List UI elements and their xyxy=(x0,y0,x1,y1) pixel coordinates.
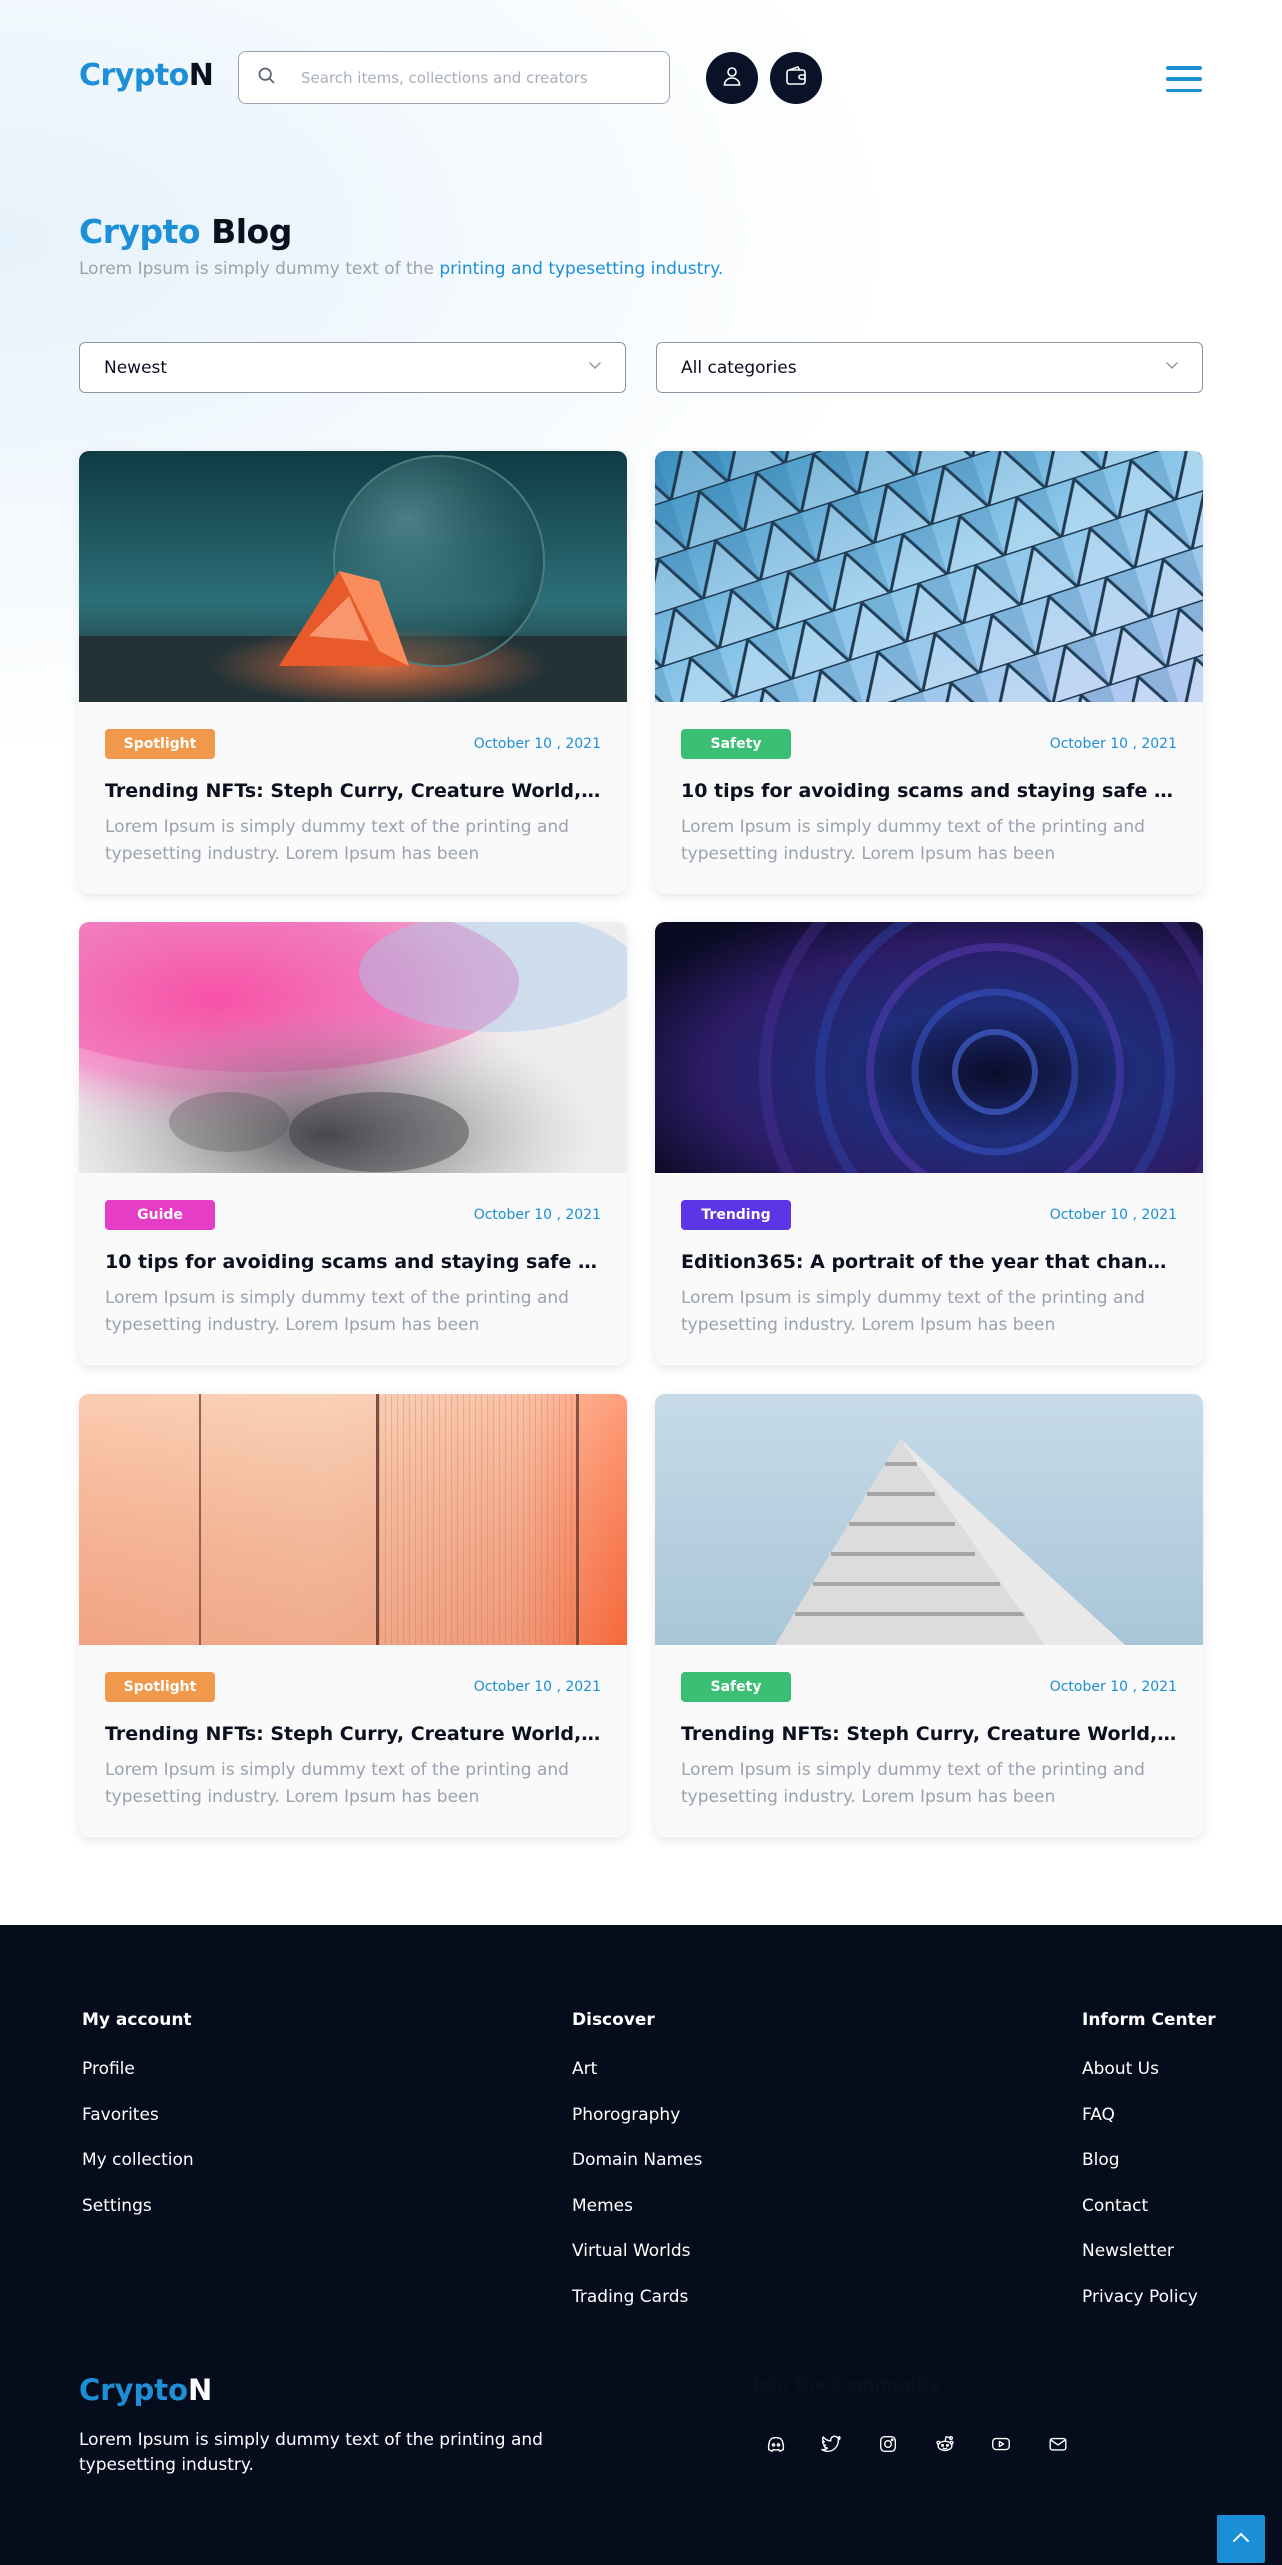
sort-select-value: Newest xyxy=(104,357,168,378)
post-date: October 10 , 2021 xyxy=(473,736,601,752)
footer-link[interactable]: Contact xyxy=(1082,2195,1198,2241)
footer-link[interactable]: FAQ xyxy=(1082,2104,1198,2150)
menu-button[interactable] xyxy=(1166,66,1202,92)
category-select-value: All categories xyxy=(681,357,797,378)
post-excerpt: Lorem Ipsum is simply dummy text of the … xyxy=(105,1760,569,1807)
post-title[interactable]: Edition365: A portrait of the year that … xyxy=(681,1251,1177,1273)
user-icon xyxy=(720,64,744,92)
blog-card-image[interactable] xyxy=(79,1394,627,1645)
footer-link[interactable]: Virtual Worlds xyxy=(572,2240,702,2286)
page-title: Crypto Blog xyxy=(79,212,292,251)
footer-link[interactable]: Settings xyxy=(82,2195,194,2241)
logo-text-primary: Crypto xyxy=(79,58,189,93)
footer-link[interactable]: Phorography xyxy=(572,2104,702,2150)
blog-card[interactable]: Spotlight October 10 , 2021 Trending NFT… xyxy=(79,451,627,894)
footer-link[interactable]: Blog xyxy=(1082,2149,1198,2195)
footer-link[interactable]: Favorites xyxy=(82,2104,194,2150)
category-badge[interactable]: Safety xyxy=(681,1672,791,1702)
category-select[interactable]: All categories xyxy=(656,342,1203,393)
post-date: October 10 , 2021 xyxy=(1049,736,1177,752)
post-title[interactable]: 10 tips for avoiding scams and staying s… xyxy=(105,1251,601,1273)
footer-col-title-discover: Discover xyxy=(572,2010,655,2030)
blog-card-image[interactable] xyxy=(655,451,1203,702)
chevron-up-icon xyxy=(1229,2525,1253,2553)
site-logo[interactable]: CryptoN xyxy=(79,58,214,93)
sort-select[interactable]: Newest xyxy=(79,342,626,393)
footer-link[interactable]: Newsletter xyxy=(1082,2240,1198,2286)
instagram-icon[interactable] xyxy=(872,2428,904,2460)
footer-col-title-inform-center: Inform Center xyxy=(1082,2010,1216,2030)
footer-link[interactable]: Trading Cards xyxy=(572,2286,702,2332)
post-date: October 10 , 2021 xyxy=(473,1679,601,1695)
footer-link[interactable]: Art xyxy=(572,2058,702,2104)
footer-link[interactable]: Memes xyxy=(572,2195,702,2241)
mail-icon[interactable] xyxy=(1042,2428,1074,2460)
post-date: October 10 , 2021 xyxy=(473,1207,601,1223)
blog-card[interactable]: Safety October 10 , 2021 10 tips for avo… xyxy=(655,451,1203,894)
footer-link[interactable]: Profile xyxy=(82,2058,194,2104)
reddit-icon[interactable] xyxy=(929,2428,961,2460)
post-title[interactable]: 10 tips for avoiding scams and staying s… xyxy=(681,780,1177,802)
post-excerpt: Lorem Ipsum is simply dummy text of the … xyxy=(681,817,1145,864)
blog-card-image[interactable] xyxy=(655,922,1203,1173)
community-title: Join the Community xyxy=(753,2375,942,2395)
blog-card[interactable]: Trending October 10 , 2021 Edition365: A… xyxy=(655,922,1203,1365)
youtube-icon[interactable] xyxy=(985,2428,1017,2460)
page-title-main: Blog xyxy=(211,212,292,251)
footer-link[interactable]: Domain Names xyxy=(572,2149,702,2195)
post-excerpt: Lorem Ipsum is simply dummy text of the … xyxy=(105,1288,569,1335)
search-input[interactable] xyxy=(301,68,641,87)
scroll-to-top-button[interactable] xyxy=(1217,2515,1265,2563)
blog-card-image[interactable] xyxy=(655,1394,1203,1645)
footer-list-discover: Art Phorography Domain Names Memes Virtu… xyxy=(572,2058,702,2332)
logo-text-secondary: N xyxy=(188,58,214,93)
category-badge[interactable]: Spotlight xyxy=(105,729,215,759)
wallet-button[interactable] xyxy=(770,52,822,104)
subtitle-highlight: printing and typesetting industry. xyxy=(439,259,724,279)
chevron-down-icon xyxy=(1164,357,1180,378)
blog-card[interactable]: Guide October 10 , 2021 10 tips for avoi… xyxy=(79,922,627,1365)
post-excerpt: Lorem Ipsum is simply dummy text of the … xyxy=(105,817,569,864)
account-button[interactable] xyxy=(706,52,758,104)
wallet-icon xyxy=(784,64,808,92)
page-subtitle: Lorem Ipsum is simply dummy text of the … xyxy=(79,259,723,279)
post-title[interactable]: Trending NFTs: Steph Curry, Creature Wor… xyxy=(105,1723,601,1745)
category-badge[interactable]: Spotlight xyxy=(105,1672,215,1702)
hamburger-icon-line xyxy=(1166,77,1202,81)
category-badge[interactable]: Safety xyxy=(681,729,791,759)
hamburger-icon-line xyxy=(1166,66,1202,70)
footer-logo-secondary: N xyxy=(188,2373,213,2407)
blog-card-image[interactable] xyxy=(79,922,627,1173)
search-icon[interactable] xyxy=(256,65,277,90)
footer-description: Lorem Ipsum is simply dummy text of the … xyxy=(79,2430,543,2475)
hamburger-icon-line xyxy=(1166,88,1202,92)
footer-logo-primary: Crypto xyxy=(79,2373,189,2407)
post-title[interactable]: Trending NFTs: Steph Curry, Creature Wor… xyxy=(681,1723,1177,1745)
post-title[interactable]: Trending NFTs: Steph Curry, Creature Wor… xyxy=(105,780,601,802)
post-excerpt: Lorem Ipsum is simply dummy text of the … xyxy=(681,1760,1145,1807)
blog-card[interactable]: Spotlight October 10 , 2021 Trending NFT… xyxy=(79,1394,627,1837)
blog-card[interactable]: Safety October 10 , 2021 Trending NFTs: … xyxy=(655,1394,1203,1837)
subtitle-text: Lorem Ipsum is simply dummy text of the xyxy=(79,259,440,279)
footer-list-inform-center: About Us FAQ Blog Contact Newsletter Pri… xyxy=(1082,2058,1198,2332)
category-badge[interactable]: Guide xyxy=(105,1200,215,1230)
chevron-down-icon xyxy=(587,357,603,378)
discord-icon[interactable] xyxy=(760,2428,792,2460)
footer-link[interactable]: Privacy Policy xyxy=(1082,2286,1198,2332)
footer-link[interactable]: About Us xyxy=(1082,2058,1198,2104)
post-date: October 10 , 2021 xyxy=(1049,1679,1177,1695)
footer-logo[interactable]: CryptoN xyxy=(79,2373,212,2407)
page-title-accent: Crypto xyxy=(79,212,201,251)
twitter-icon[interactable] xyxy=(815,2428,847,2460)
footer-col-title-my-account: My account xyxy=(82,2010,192,2030)
search-bar xyxy=(238,51,670,104)
footer-link[interactable]: My collection xyxy=(82,2149,194,2195)
category-badge[interactable]: Trending xyxy=(681,1200,791,1230)
post-date: October 10 , 2021 xyxy=(1049,1207,1177,1223)
footer-list-my-account: Profile Favorites My collection Settings xyxy=(82,2058,194,2240)
blog-card-image[interactable] xyxy=(79,451,627,702)
post-excerpt: Lorem Ipsum is simply dummy text of the … xyxy=(681,1288,1145,1335)
